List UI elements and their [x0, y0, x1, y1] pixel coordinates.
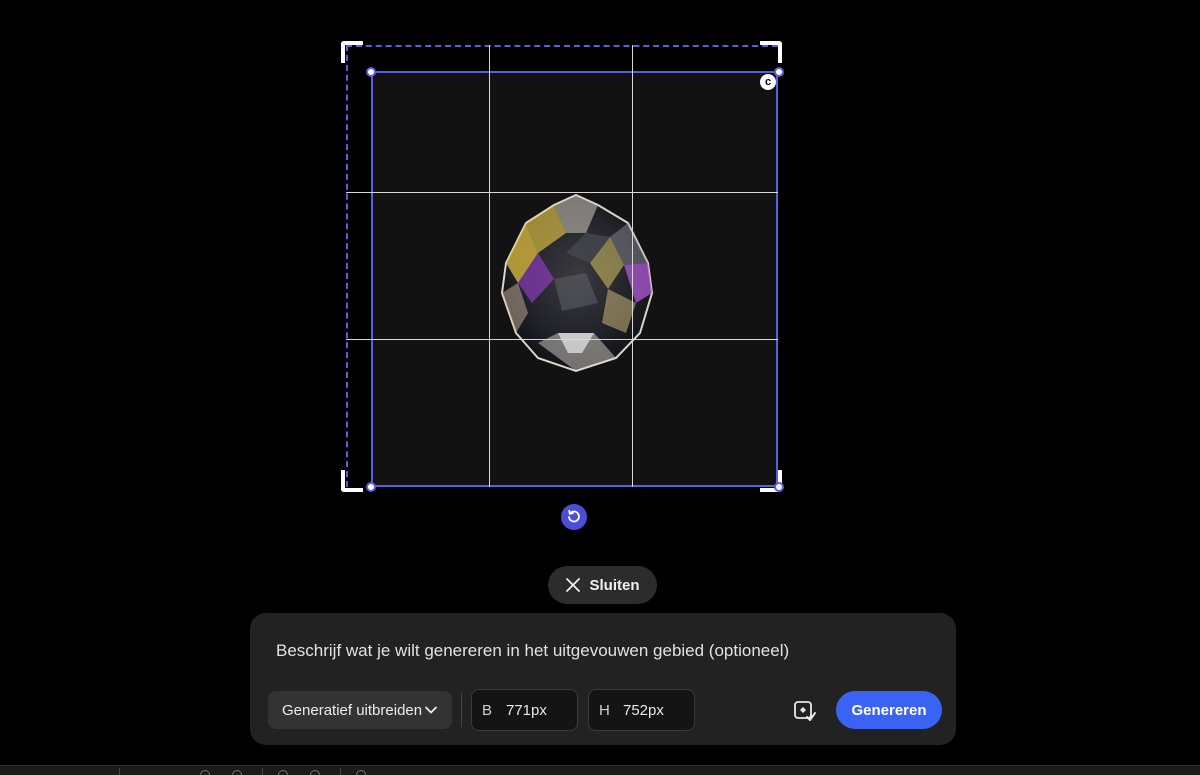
image-handle-bottom-left[interactable]: [366, 482, 376, 492]
content-credentials-icon: [794, 701, 816, 721]
grid-line-vertical: [489, 45, 490, 487]
height-field[interactable]: H: [588, 689, 695, 731]
prompt-panel: Generatief uitbreiden B H Genereren: [250, 613, 956, 745]
toolbar-icon[interactable]: [232, 770, 242, 775]
toolbar-icon[interactable]: [200, 770, 210, 775]
crystal-image: [500, 193, 654, 373]
image-handle-top-right[interactable]: [774, 67, 784, 77]
reset-button[interactable]: [561, 504, 587, 530]
grid-line-horizontal: [346, 192, 778, 193]
close-icon: [566, 578, 581, 592]
content-credentials-button[interactable]: [793, 699, 817, 723]
close-button[interactable]: Sluiten: [548, 566, 657, 604]
image-handle-top-left[interactable]: [366, 67, 376, 77]
bottom-toolbar: [0, 765, 1200, 775]
width-input[interactable]: [506, 701, 566, 719]
toolbar-icon[interactable]: [278, 770, 288, 775]
mode-dropdown[interactable]: Generatief uitbreiden: [268, 691, 452, 729]
toolbar-separator: [340, 768, 341, 775]
toolbar-divider: [461, 693, 462, 727]
rotate-ccw-icon: [568, 509, 580, 523]
generate-button[interactable]: Genereren: [836, 691, 942, 729]
toolbar-icon[interactable]: [310, 770, 320, 775]
corner-handle-top-right[interactable]: [760, 41, 782, 63]
close-button-label: Sluiten: [589, 576, 640, 594]
prompt-input[interactable]: [276, 637, 916, 665]
grid-line-vertical: [632, 45, 633, 487]
corner-handle-bottom-left[interactable]: [341, 470, 363, 492]
app-stage: c Sluiten Generatief uitbreiden B: [0, 0, 1200, 775]
width-field-label: B: [482, 701, 493, 719]
mode-dropdown-label: Generatief uitbreiden: [282, 701, 423, 719]
aspect-ratio-lock-icon[interactable]: c: [760, 74, 776, 90]
image-handle-bottom-right[interactable]: [774, 482, 784, 492]
width-field[interactable]: B: [471, 689, 578, 731]
corner-handle-top-left[interactable]: [341, 41, 363, 63]
height-input[interactable]: [623, 701, 683, 719]
chevron-down-icon: [425, 706, 437, 714]
toolbar-icon[interactable]: [356, 770, 366, 775]
height-field-label: H: [599, 701, 610, 719]
toolbar-separator: [119, 768, 120, 775]
grid-line-horizontal: [346, 339, 778, 340]
toolbar-separator: [262, 768, 263, 775]
